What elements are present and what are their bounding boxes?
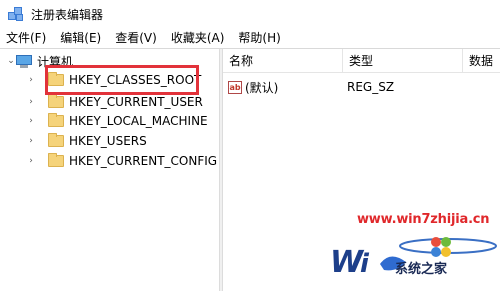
tree-item-label: HKEY_CURRENT_CONFIG [69,154,218,168]
svg-text:i: i [360,249,370,279]
list-item[interactable]: ab (默认) REG_SZ [223,77,500,97]
registry-editor-icon [8,6,24,22]
chevron-down-icon[interactable]: ⌄ [6,51,16,71]
tree-item-hkey-current-config[interactable]: › HKEY_CURRENT_CONFIG [26,151,217,171]
chevron-right-icon[interactable]: › [26,92,36,112]
watermark-url: www.win7zhijia.cn [357,212,490,227]
menu-edit[interactable]: 编辑(E) [53,28,108,48]
computer-icon [16,54,32,68]
value-name: (默认) [245,80,279,95]
column-header-type[interactable]: 类型 [343,49,463,73]
tree-item-label: HKEY_LOCAL_MACHINE [69,114,208,128]
ab-string-icon: ab [228,80,242,94]
folder-icon [48,133,64,147]
watermark-brand-text: 系统之家 [395,262,448,277]
window-title: 注册表编辑器 [31,7,104,22]
tree-item-hkey-users[interactable]: › HKEY_USERS [26,131,147,151]
folder-icon [48,153,64,167]
chevron-right-icon[interactable]: › [26,131,36,151]
title-bar: 注册表编辑器 [0,0,500,28]
chevron-right-icon[interactable]: › [26,111,36,131]
column-header-data[interactable]: 数据 [463,49,500,73]
column-header-name[interactable]: 名称 [223,49,343,73]
chevron-right-icon[interactable]: › [26,70,36,90]
menu-help[interactable]: 帮助(H) [231,28,287,48]
menu-favorites[interactable]: 收藏夹(A) [164,28,232,48]
chevron-right-icon[interactable]: › [26,151,36,171]
menu-bar: 文件(F) 编辑(E) 查看(V) 收藏夹(A) 帮助(H) [0,28,500,48]
tree-item-hkey-current-user[interactable]: › HKEY_CURRENT_USER [26,92,203,112]
folder-icon [48,113,64,127]
selection-highlight-box [45,65,199,95]
value-type: REG_SZ [347,80,395,94]
menu-view[interactable]: 查看(V) [108,28,164,48]
folder-icon [48,94,64,108]
tree-pane[interactable]: ⌄ 计算机 › HKEY_CLASSES_ROOT › HKEY_CURRENT… [0,49,219,291]
menu-file[interactable]: 文件(F) [0,28,53,48]
tree-item-label: HKEY_CURRENT_USER [69,95,203,109]
tree-item-label: HKEY_USERS [69,134,147,148]
tree-item-hkey-local-machine[interactable]: › HKEY_LOCAL_MACHINE [26,111,208,131]
